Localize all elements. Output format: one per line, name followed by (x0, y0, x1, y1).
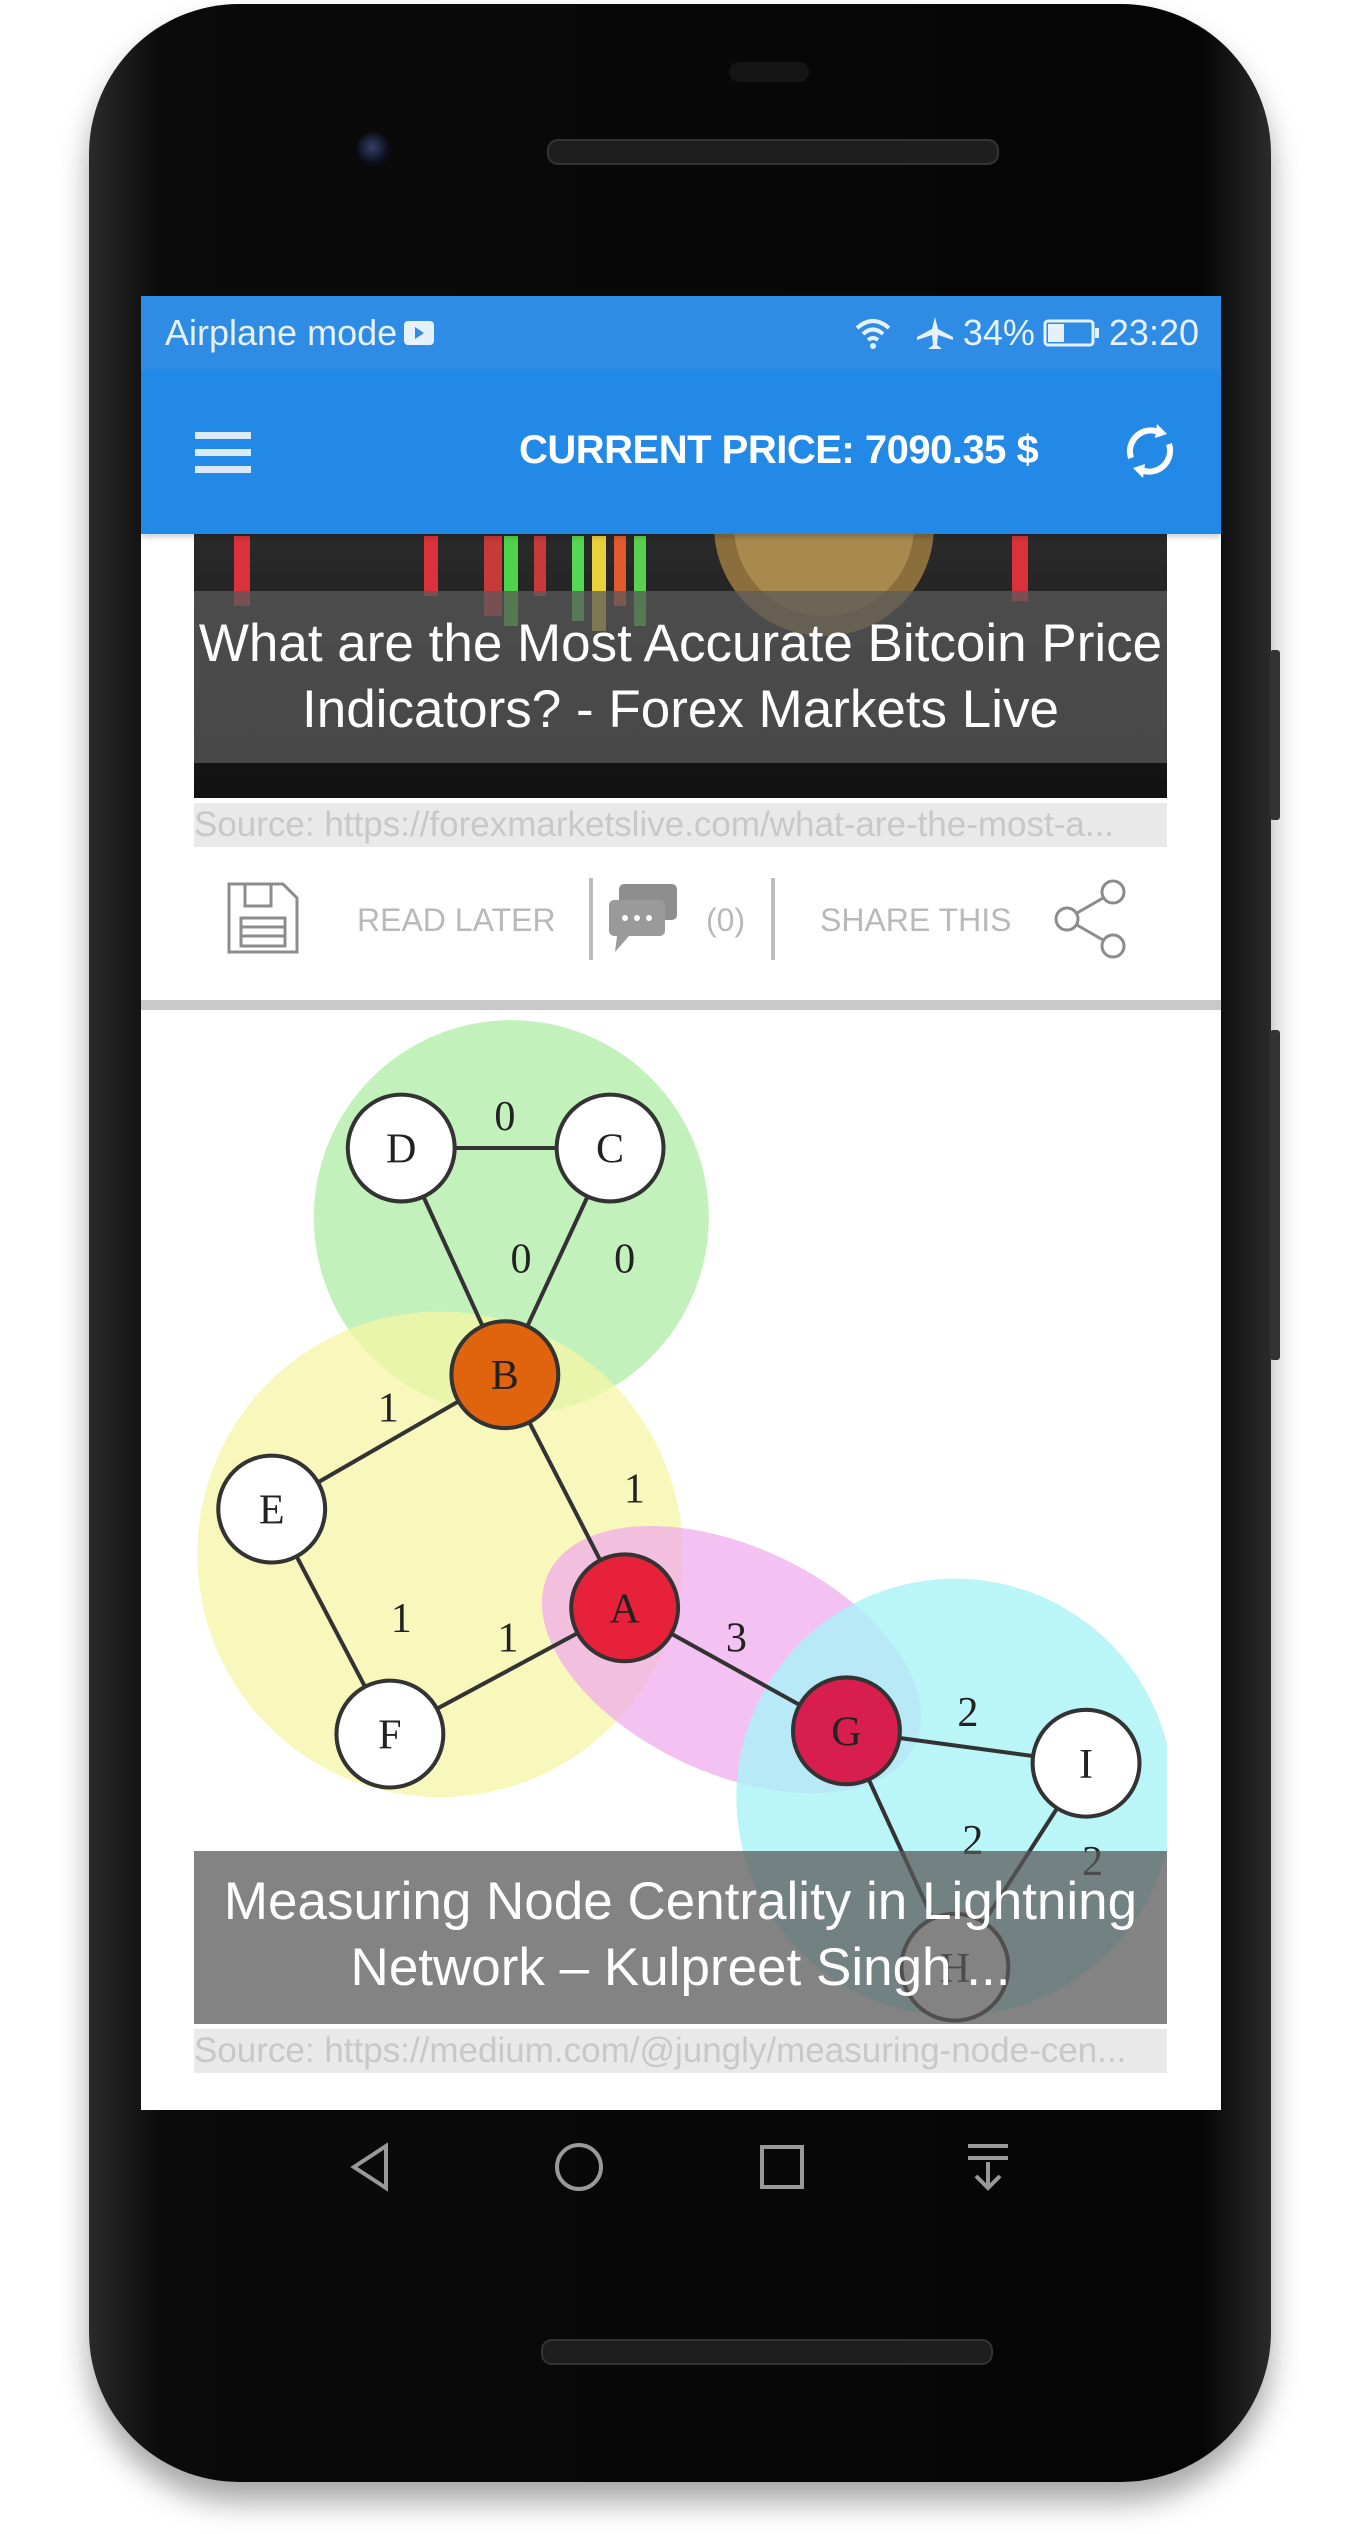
share-icon[interactable] (1053, 878, 1129, 960)
power-button[interactable] (1270, 1030, 1280, 1360)
node-label: B (491, 1352, 519, 1399)
front-camera (357, 132, 391, 166)
node-label: E (259, 1487, 285, 1534)
node-label: I (1079, 1741, 1093, 1788)
divider (771, 878, 775, 960)
navigation-bar (350, 2142, 1008, 2192)
edge-label: 1 (378, 1385, 399, 1432)
notification-pull-icon[interactable] (968, 2144, 1008, 2191)
proximity-sensor (729, 62, 809, 82)
article-actions: READ LATER (0) SHARE THIS (141, 858, 1221, 988)
read-later-button[interactable]: READ LATER (357, 902, 556, 939)
edge-label: 1 (624, 1466, 645, 1513)
article-image[interactable]: D C B E A F G I H 0 0 0 1 1 1 1 3 2 2 2 (194, 1020, 1167, 2024)
recents-icon[interactable] (760, 2145, 804, 2189)
edge-label: 0 (614, 1236, 635, 1283)
comment-count[interactable]: (0) (706, 902, 745, 939)
app-bar: CURRENT PRICE: 7090.35 $ (141, 370, 1221, 534)
edge-label: 3 (726, 1615, 747, 1662)
edge-label: 2 (957, 1689, 978, 1736)
menu-icon[interactable] (195, 432, 251, 473)
save-icon[interactable] (225, 880, 301, 956)
battery-percent: 34% (962, 312, 1035, 353)
card-divider (141, 1000, 1221, 1010)
back-icon[interactable] (350, 2142, 388, 2192)
refresh-icon[interactable] (1119, 420, 1181, 482)
edge-label: 1 (498, 1615, 519, 1662)
node-label: C (596, 1126, 624, 1173)
article-title[interactable]: What are the Most Accurate Bitcoin Price… (194, 591, 1167, 763)
clock: 23:20 (1108, 312, 1199, 353)
edge-label: 0 (494, 1093, 515, 1140)
edge-label: 1 (391, 1595, 412, 1642)
screen: Airplane mode 34% 23:20 CURRENT PRICE: 7… (141, 296, 1221, 2110)
page-title: CURRENT PRICE: 7090.35 $ (519, 428, 1039, 472)
airplane-mode-text: Airplane mode (165, 312, 398, 353)
node-label: G (831, 1708, 861, 1755)
node-label: F (378, 1712, 401, 1759)
node-label: D (386, 1126, 416, 1173)
bottom-speaker (541, 2339, 993, 2365)
article-title[interactable]: Measuring Node Centrality in Lightning N… (194, 1851, 1167, 2024)
article-source[interactable]: Source: https://medium.com/@jungly/measu… (194, 2029, 1167, 2073)
status-bar: Airplane mode 34% 23:20 (141, 296, 1221, 370)
article-image[interactable]: What are the Most Accurate Bitcoin Price… (194, 496, 1167, 798)
wifi-icon (855, 319, 891, 349)
home-icon[interactable] (555, 2143, 603, 2191)
video-notification-icon (404, 321, 435, 345)
earpiece-speaker (547, 139, 999, 165)
comments-icon[interactable] (607, 882, 679, 958)
node-label: A (609, 1585, 640, 1632)
share-button[interactable]: SHARE THIS (820, 902, 1011, 939)
article-source[interactable]: Source: https://forexmarketslive.com/wha… (194, 803, 1167, 847)
volume-button[interactable] (1270, 650, 1280, 820)
battery-icon (1043, 319, 1099, 347)
divider (589, 878, 593, 960)
airplane-icon (916, 317, 953, 349)
edge-label: 0 (511, 1236, 532, 1283)
